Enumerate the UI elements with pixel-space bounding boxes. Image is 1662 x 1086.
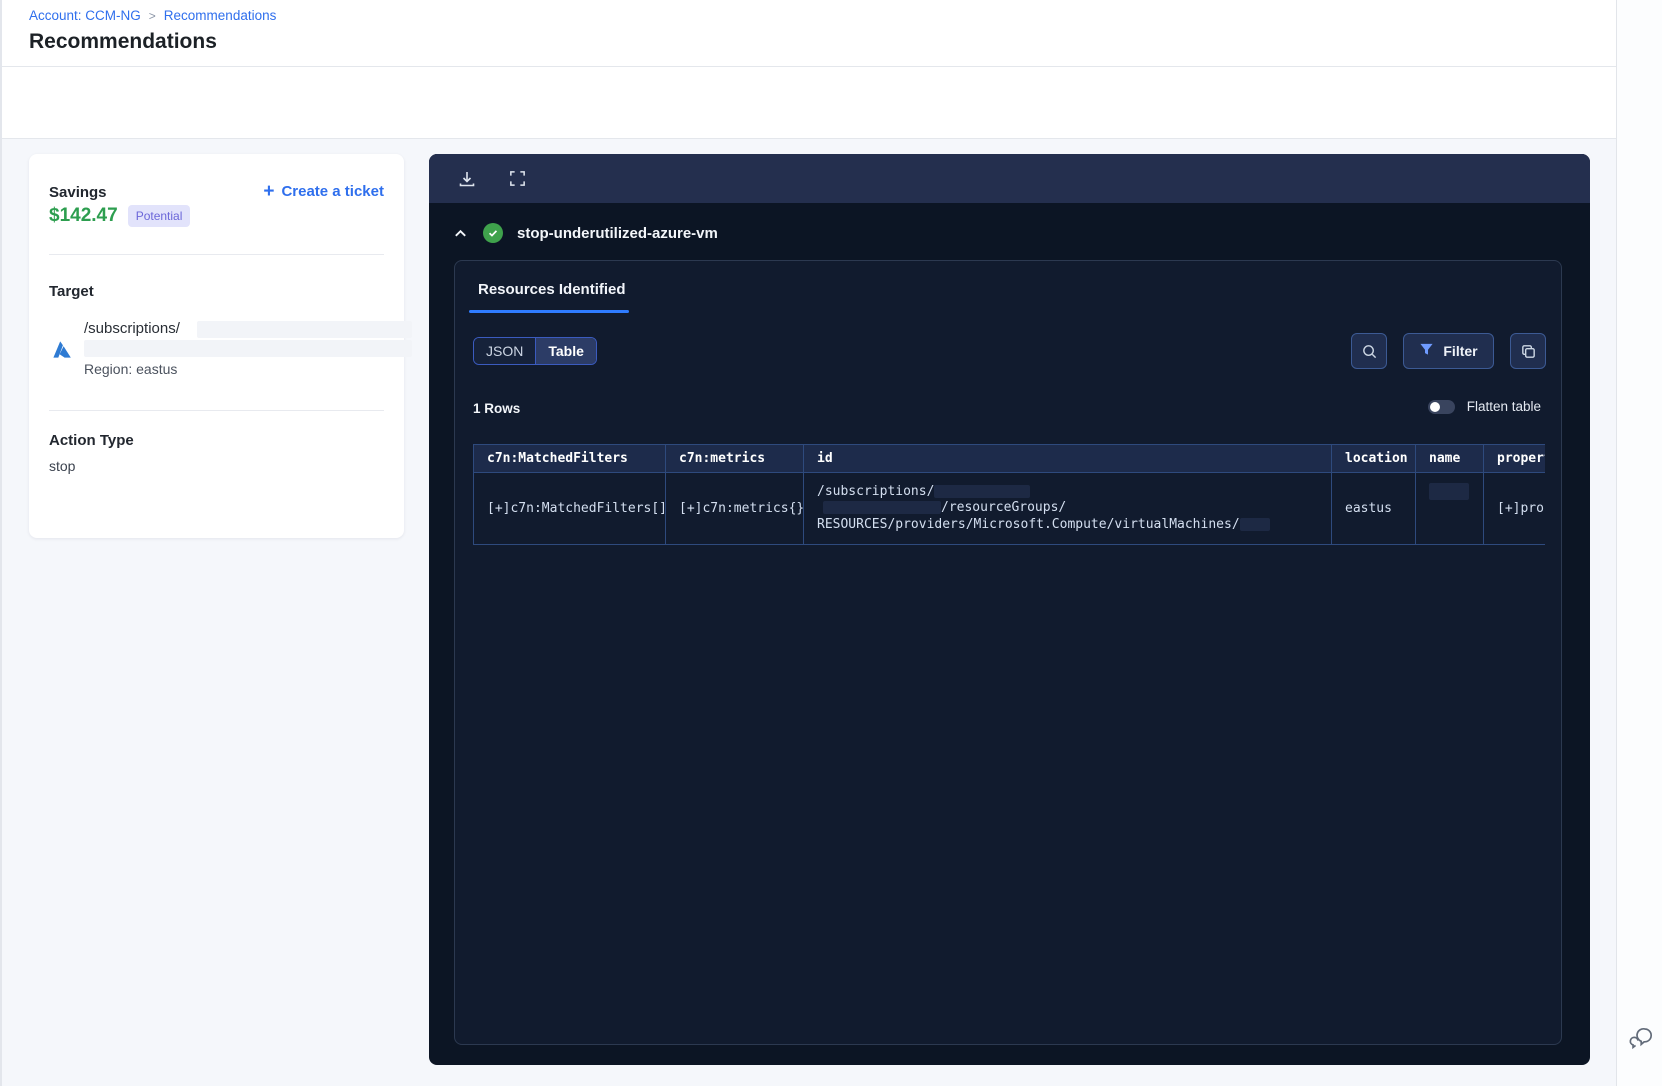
recommendations-page: Account: CCM-NG > Recommendations Recomm…: [0, 0, 1662, 1086]
filter-icon: [1419, 342, 1434, 360]
divider: [49, 410, 384, 411]
action-type-value: stop: [49, 458, 76, 474]
view-mode-toggle: JSON Table: [473, 337, 597, 365]
tab-resources-identified[interactable]: Resources Identified: [469, 281, 635, 298]
filter-label: Filter: [1443, 343, 1478, 359]
cell-location: eastus: [1331, 472, 1416, 545]
cell-properties[interactable]: [+]properties{}: [1483, 472, 1545, 545]
create-ticket-label: Create a ticket: [281, 183, 384, 200]
target-path: /subscriptions/: [84, 320, 180, 337]
breadcrumb-recommendations-link[interactable]: Recommendations: [164, 8, 277, 23]
chevron-up-icon[interactable]: [449, 222, 471, 244]
column-header-name[interactable]: name: [1415, 444, 1484, 473]
breadcrumb-separator-icon: >: [148, 8, 156, 23]
divider: [49, 254, 384, 255]
redacted-value: [1239, 517, 1270, 531]
table-header-row: c7n:MatchedFilters c7n:metrics id locati…: [473, 444, 1545, 473]
redacted-subscription-id: [84, 340, 412, 357]
cell-id: /subscriptions/ /resourceGroups/ RESOURC…: [803, 472, 1332, 545]
filter-button[interactable]: Filter: [1403, 333, 1494, 369]
target-label: Target: [49, 283, 94, 300]
redacted-subscription-id: [197, 321, 412, 338]
breadcrumb-account-link[interactable]: Account: CCM-NG: [29, 8, 141, 23]
savings-label: Savings: [49, 184, 107, 201]
support-chat-icon[interactable]: [1625, 1022, 1657, 1054]
column-header-id[interactable]: id: [803, 444, 1332, 473]
panel-rule-title: stop-underutilized-azure-vm: [517, 224, 718, 242]
savings-card: Savings + Create a ticket $142.47 Potent…: [29, 154, 412, 538]
page-title: Recommendations: [29, 30, 217, 53]
column-header-properties[interactable]: properties: [1483, 444, 1545, 473]
cell-metrics[interactable]: [+]c7n:metrics{}: [665, 472, 804, 545]
create-ticket-button[interactable]: + Create a ticket: [263, 182, 384, 201]
column-header-metrics[interactable]: c7n:metrics: [665, 444, 804, 473]
table-row: [+]c7n:MatchedFilters[] [+]c7n:metrics{}…: [473, 472, 1545, 545]
azure-icon: [50, 338, 74, 362]
plus-icon: +: [263, 181, 275, 202]
main-content: Savings + Create a ticket $142.47 Potent…: [2, 139, 1616, 1086]
success-check-icon: [483, 223, 503, 243]
panel-title-row: stop-underutilized-azure-vm: [429, 217, 1590, 249]
potential-badge: Potential: [127, 205, 191, 227]
top-header: Account: CCM-NG > Recommendations Recomm…: [2, 0, 1616, 67]
resources-table-wrapper[interactable]: c7n:MatchedFilters c7n:metrics id locati…: [473, 444, 1545, 545]
rows-count: 1 Rows: [473, 401, 521, 416]
json-view-button[interactable]: JSON: [474, 338, 537, 364]
resources-table: c7n:MatchedFilters c7n:metrics id locati…: [473, 444, 1545, 545]
cell-matched-filters[interactable]: [+]c7n:MatchedFilters[]: [473, 472, 666, 545]
target-region: Region: eastus: [84, 361, 178, 377]
breadcrumb: Account: CCM-NG > Recommendations: [29, 8, 276, 23]
resources-container: Resources Identified JSON Table Filter 1…: [454, 260, 1562, 1045]
right-edge-strip: [1616, 0, 1662, 1086]
download-button[interactable]: [455, 167, 479, 191]
savings-amount: $142.47: [49, 205, 118, 226]
table-view-button[interactable]: Table: [536, 338, 596, 364]
redacted-value: [1429, 482, 1469, 500]
redacted-value: [934, 484, 1031, 498]
copy-button[interactable]: [1510, 333, 1546, 369]
active-tab-underline: [469, 310, 629, 313]
column-header-location[interactable]: location: [1331, 444, 1416, 473]
column-header-matched-filters[interactable]: c7n:MatchedFilters: [473, 444, 666, 473]
redacted-value: [823, 501, 941, 515]
cell-name: [1415, 472, 1484, 545]
rule-header: stop-underutilized-azure-vm Last evaluat…: [2, 67, 1616, 192]
rule-output-panel: stop-underutilized-azure-vm Resources Id…: [429, 154, 1590, 1065]
search-button[interactable]: [1351, 333, 1387, 369]
savings-amount-row: $142.47 Potential: [49, 205, 191, 227]
flatten-table-control: Flatten table: [1427, 399, 1541, 414]
flatten-table-label: Flatten table: [1466, 399, 1541, 414]
fullscreen-button[interactable]: [505, 167, 529, 191]
action-type-label: Action Type: [49, 432, 134, 449]
panel-toolbar: [429, 154, 1590, 203]
flatten-table-toggle[interactable]: [1427, 399, 1455, 414]
